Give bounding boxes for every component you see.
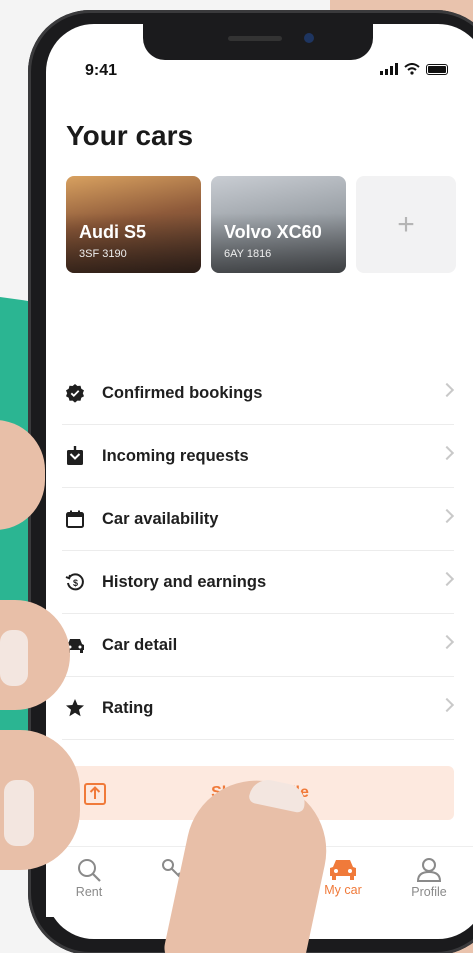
menu-item-confirmed-bookings[interactable]: Confirmed bookings xyxy=(62,362,455,425)
status-time: 9:41 xyxy=(85,62,118,79)
car-name: Volvo XC60 xyxy=(224,222,322,242)
menu-item-label: Confirmed bookings xyxy=(102,383,263,402)
menu-item-car-availability[interactable]: Car availability xyxy=(62,488,455,551)
car-name: Audi S5 xyxy=(79,222,147,242)
tab-label: Profile xyxy=(411,885,447,899)
menu-item-label: Rating xyxy=(102,698,154,717)
chevron-right-icon xyxy=(439,508,455,524)
battery-icon xyxy=(426,63,448,75)
car-card-audi[interactable]: Audi S5 3SF 3190 xyxy=(66,176,201,273)
verified-badge-icon xyxy=(64,382,86,404)
svg-text:$: $ xyxy=(73,578,78,588)
star-icon xyxy=(64,697,86,719)
tab-rent[interactable]: Rent xyxy=(54,857,124,899)
user-icon xyxy=(416,858,442,882)
car-plate: 6AY 1816 xyxy=(224,248,272,260)
page-title: Your cars xyxy=(66,120,194,151)
fingernail xyxy=(0,630,28,686)
menu-item-history-earnings[interactable]: $ History and earnings xyxy=(62,551,455,614)
calendar-icon xyxy=(64,508,86,530)
chevron-right-icon xyxy=(439,634,455,650)
car-menu: Confirmed bookings Incoming requests Car… xyxy=(62,362,455,740)
car-card-volvo[interactable]: Volvo XC60 6AY 1816 xyxy=(211,176,346,273)
menu-item-rating[interactable]: Rating xyxy=(62,677,455,740)
chevron-right-icon xyxy=(439,697,455,713)
menu-item-label: History and earnings xyxy=(102,572,267,591)
chevron-right-icon xyxy=(439,382,455,398)
speaker-grille xyxy=(228,36,282,41)
cellular-signal-icon xyxy=(380,63,398,75)
phone-notch xyxy=(143,24,373,60)
inbox-download-icon xyxy=(64,445,86,467)
status-icons xyxy=(380,63,448,75)
tab-profile[interactable]: Profile xyxy=(394,857,464,899)
wifi-icon xyxy=(404,63,420,75)
menu-item-label: Car detail xyxy=(102,635,178,654)
plus-icon: + xyxy=(397,207,415,241)
tab-label: Rent xyxy=(75,885,103,899)
screenshot-stage: 9:41 Your cars Audi S5 3SF 3190 Volvo XC… xyxy=(0,0,473,953)
chevron-right-icon xyxy=(439,445,455,461)
history-dollar-icon: $ xyxy=(64,571,86,593)
menu-item-incoming-requests[interactable]: Incoming requests xyxy=(62,425,455,488)
chevron-right-icon xyxy=(439,571,455,587)
car-icon xyxy=(330,860,356,880)
fingernail xyxy=(4,780,34,846)
menu-item-car-detail[interactable]: Car detail xyxy=(62,614,455,677)
menu-item-label: Incoming requests xyxy=(102,446,249,465)
car-carousel: Audi S5 3SF 3190 Volvo XC60 6AY 1816 + xyxy=(66,176,456,273)
add-car-button[interactable]: + xyxy=(356,176,456,273)
menu-item-label: Car availability xyxy=(102,509,219,528)
front-camera xyxy=(304,33,314,43)
car-plate: 3SF 3190 xyxy=(79,248,127,260)
search-icon xyxy=(78,859,101,882)
